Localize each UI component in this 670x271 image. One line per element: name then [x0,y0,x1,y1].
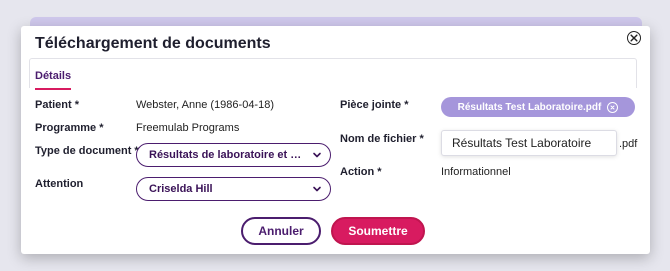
attachment-chip[interactable]: Résultats Test Laboratoire.pdf [441,97,635,117]
doc-type-select[interactable]: Résultats de laboratoire et de te... [136,143,331,167]
close-icon[interactable] [627,31,641,45]
tabs-bar [29,58,637,88]
tab-details[interactable]: Détails [35,70,72,90]
doc-type-selected: Résultats de laboratoire et de te... [149,149,304,161]
action-label: Action * [340,166,382,178]
filename-extension: .pdf [619,138,638,150]
attachment-filename: Résultats Test Laboratoire.pdf [457,101,602,113]
action-value: Informationnel [441,166,511,178]
program-value: Freemulab Programs [136,122,240,134]
patient-label: Patient * [35,99,80,111]
remove-attachment-icon[interactable] [607,101,619,113]
filename-label: Nom de fichier * [340,133,424,145]
doc-type-label: Type de document * [35,145,139,157]
submit-button[interactable]: Soumettre [331,217,425,245]
modal-title: Téléchargement de documents [35,35,271,52]
chevron-down-icon [313,186,321,192]
upload-modal: Téléchargement de documents Détails Pati… [21,26,650,254]
chevron-down-icon [313,152,321,158]
patient-value: Webster, Anne (1986-04-18) [136,99,274,111]
attention-select[interactable]: Criselda Hill [136,177,331,201]
cancel-button[interactable]: Annuler [241,217,321,245]
attachment-label: Pièce jointe * [340,99,409,111]
attention-selected: Criselda Hill [149,183,213,195]
program-label: Programme * [35,122,104,134]
attention-label: Attention [35,178,84,190]
filename-input[interactable] [441,130,617,156]
